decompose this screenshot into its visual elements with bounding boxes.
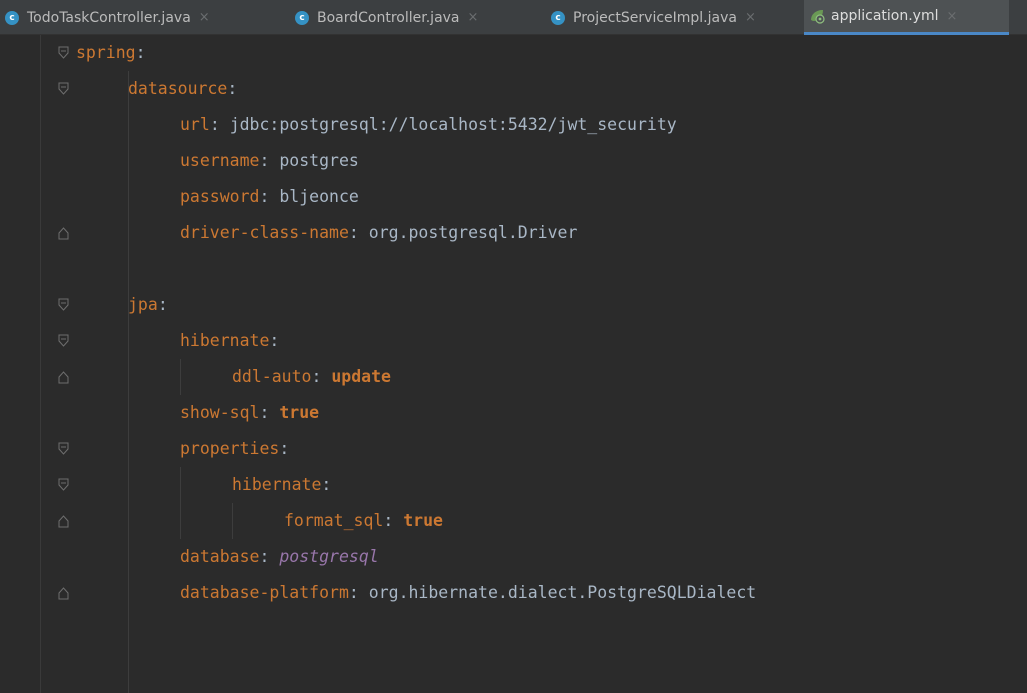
tab-label: BoardController.java bbox=[317, 9, 460, 26]
code-line: format_sql: true bbox=[0, 503, 1027, 539]
fold-end-icon[interactable] bbox=[58, 514, 69, 528]
tab-project-service-impl[interactable]: c ProjectServiceImpl.java × bbox=[546, 0, 798, 35]
yaml-keyword-value: true bbox=[279, 403, 320, 422]
tab-todo-task-controller[interactable]: c TodoTaskController.java × bbox=[0, 0, 280, 35]
code-line: hibernate: bbox=[0, 323, 1027, 359]
code-line: database-platform: org.hibernate.dialect… bbox=[0, 575, 1027, 611]
yaml-key: hibernate bbox=[232, 475, 322, 494]
yaml-separator: : bbox=[209, 115, 230, 134]
fold-open-icon[interactable] bbox=[58, 334, 69, 348]
yaml-separator: : bbox=[259, 547, 280, 566]
fold-end-icon[interactable] bbox=[58, 370, 69, 384]
tab-label: application.yml bbox=[831, 8, 939, 24]
yaml-key: database-platform bbox=[180, 583, 349, 602]
yaml-key: format_sql bbox=[284, 511, 384, 530]
yaml-separator: : bbox=[348, 583, 369, 602]
yaml-key: show-sql bbox=[180, 403, 260, 422]
fold-end-icon[interactable] bbox=[58, 586, 69, 600]
code-line: hibernate: bbox=[0, 467, 1027, 503]
code-editor[interactable]: spring: datasource: url: jdbc:postgresql… bbox=[0, 35, 1027, 693]
fold-open-icon[interactable] bbox=[58, 478, 69, 492]
yaml-separator: : bbox=[383, 511, 404, 530]
yaml-value: jdbc:postgresql://localhost:5432/jwt_sec… bbox=[229, 115, 677, 134]
fold-open-icon[interactable] bbox=[58, 82, 69, 96]
yaml-separator: : bbox=[269, 331, 280, 350]
close-icon[interactable]: × bbox=[947, 9, 958, 24]
yaml-key: properties bbox=[180, 439, 280, 458]
fold-open-icon[interactable] bbox=[58, 298, 69, 312]
yaml-separator: : bbox=[227, 79, 238, 98]
code-line: spring: bbox=[0, 35, 1027, 71]
tab-label: TodoTaskController.java bbox=[27, 9, 191, 26]
yaml-separator: : bbox=[259, 403, 280, 422]
yaml-separator: : bbox=[321, 475, 332, 494]
code-line: ddl-auto: update bbox=[0, 359, 1027, 395]
yaml-key: driver-class-name bbox=[180, 223, 349, 242]
yaml-keyword-value: update bbox=[331, 367, 391, 386]
close-icon[interactable]: × bbox=[468, 10, 479, 25]
tab-board-controller[interactable]: c BoardController.java × bbox=[290, 0, 536, 35]
yaml-separator: : bbox=[259, 187, 280, 206]
code-line: username: postgres bbox=[0, 143, 1027, 179]
close-icon[interactable]: × bbox=[745, 10, 756, 25]
yaml-separator: : bbox=[311, 367, 332, 386]
code-line: jpa: bbox=[0, 287, 1027, 323]
java-class-icon: c bbox=[551, 10, 565, 25]
yaml-key: hibernate bbox=[180, 331, 270, 350]
yaml-separator: : bbox=[157, 295, 168, 314]
editor-tab-bar: c TodoTaskController.java × c BoardContr… bbox=[0, 0, 1027, 35]
close-icon[interactable]: × bbox=[199, 10, 210, 25]
tab-application-yml[interactable]: application.yml × bbox=[804, 0, 1009, 35]
yaml-keyword-value: true bbox=[403, 511, 443, 530]
yaml-key: datasource bbox=[128, 79, 228, 98]
yaml-key: jpa bbox=[128, 295, 158, 314]
code-line: password: bljeonce bbox=[0, 179, 1027, 215]
yaml-value: postgres bbox=[279, 151, 359, 170]
code-line: show-sql: true bbox=[0, 395, 1027, 431]
code-line: datasource: bbox=[0, 71, 1027, 107]
fold-end-icon[interactable] bbox=[58, 226, 69, 240]
java-class-icon: c bbox=[295, 10, 309, 25]
yaml-value: org.hibernate.dialect.PostgreSQLDialect bbox=[368, 583, 757, 602]
yaml-value: bljeonce bbox=[279, 187, 359, 206]
fold-open-icon[interactable] bbox=[58, 442, 69, 456]
yaml-key: username bbox=[180, 151, 260, 170]
yaml-key: spring bbox=[76, 43, 136, 62]
yaml-key: ddl-auto bbox=[232, 367, 312, 386]
code-line: url: jdbc:postgresql://localhost:5432/jw… bbox=[0, 107, 1027, 143]
spring-config-icon bbox=[811, 10, 825, 24]
yaml-key: password bbox=[180, 187, 260, 206]
yaml-separator: : bbox=[259, 151, 280, 170]
tab-label: ProjectServiceImpl.java bbox=[573, 9, 737, 26]
yaml-separator: : bbox=[348, 223, 369, 242]
java-class-icon: c bbox=[5, 10, 19, 25]
fold-open-icon[interactable] bbox=[58, 46, 69, 60]
code-line: driver-class-name: org.postgresql.Driver bbox=[0, 215, 1027, 251]
yaml-value: org.postgresql.Driver bbox=[368, 223, 578, 242]
yaml-enum-value: postgresql bbox=[279, 547, 379, 566]
yaml-key: database bbox=[180, 547, 260, 566]
yaml-separator: : bbox=[279, 439, 290, 458]
code-line: properties: bbox=[0, 431, 1027, 467]
code-line: database: postgresql bbox=[0, 539, 1027, 575]
yaml-key: url bbox=[180, 115, 210, 134]
yaml-separator: : bbox=[135, 43, 146, 62]
